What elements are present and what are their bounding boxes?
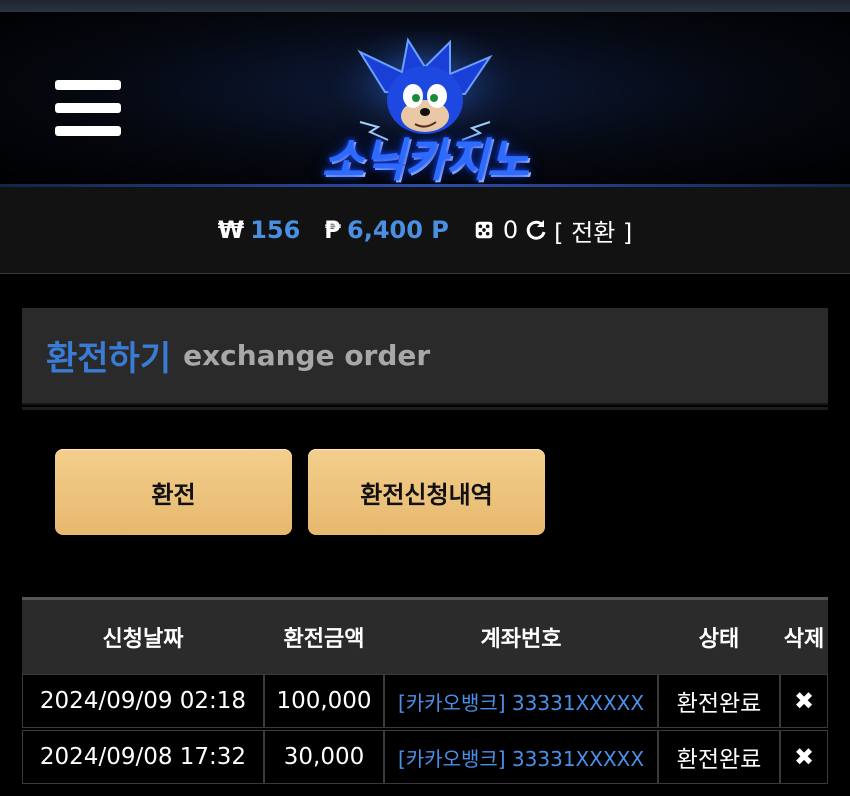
header-date: 신청날짜 [102,627,184,652]
dice-icon [475,221,493,239]
point-symbol: ₱ [324,216,341,244]
header-delete: 삭제 [783,627,825,652]
delete-icon[interactable]: ✖ [780,674,828,728]
exchange-button[interactable]: 환전 [55,449,292,535]
won-balance: 156 [250,216,301,244]
point-balance: 6,400 P [347,216,449,244]
delete-icon[interactable]: ✖ [780,730,828,784]
page-subtitle: exchange order [183,339,431,372]
row-amount: 30,000 [264,730,384,784]
table-header: 신청날짜 환전금액 계좌번호 상태 삭제 [22,597,828,674]
balance-bar: ₩ 156 ₱ 6,400 P 0 [ 전환 ] [0,187,850,274]
header-status: 상태 [698,627,740,652]
table-row: 2024/09/08 17:32 30,000 [카카오뱅크] 33331XXX… [22,730,828,786]
exchange-history-button[interactable]: 환전신청내역 [308,449,545,535]
row-status: 환전완료 [658,730,780,784]
site-logo[interactable]: 소닉카지노 [290,32,560,192]
row-date: 2024/09/08 17:32 [22,730,264,784]
refresh-icon[interactable] [524,218,548,242]
exchange-panel-header: 환전하기 exchange order [22,308,828,405]
top-strip [0,0,850,12]
convert-link[interactable]: [ 전환 ] [554,213,632,248]
header-account: 계좌번호 [480,627,562,652]
game-count: 0 [502,216,519,244]
row-date: 2024/09/09 02:18 [22,674,264,728]
panel-divider [22,407,828,410]
page-title: 환전하기 [46,339,172,379]
table-row: 2024/09/09 02:18 100,000 [카카오뱅크] 33331XX… [22,674,828,730]
won-symbol: ₩ [217,216,245,244]
header-amount: 환전금액 [283,627,365,652]
site-header: 소닉카지노 [0,12,850,187]
row-account: [카카오뱅크] 33331XXXXX [384,730,658,784]
hamburger-menu-icon[interactable] [55,80,121,138]
row-account: [카카오뱅크] 33331XXXXX [384,674,658,728]
row-status: 환전완료 [658,674,780,728]
row-amount: 100,000 [264,674,384,728]
logo-text: 소닉카지노 [321,133,530,187]
